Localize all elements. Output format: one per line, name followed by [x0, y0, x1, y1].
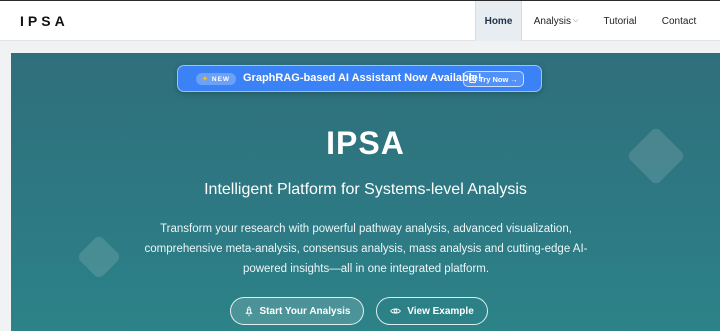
- new-badge-label: NEW: [211, 75, 231, 83]
- nav-home[interactable]: Home: [475, 1, 522, 41]
- view-example-button[interactable]: View Example: [376, 297, 488, 325]
- view-example-label: View Example: [407, 305, 474, 317]
- nav-home-label: Home: [484, 15, 513, 27]
- rocket-icon: [244, 305, 253, 316]
- chevron-down-icon: ⌵: [572, 17, 579, 24]
- document-icon: [469, 75, 477, 83]
- nav-contact-label: Contact: [661, 15, 697, 27]
- new-badge: ✦ NEW: [196, 73, 237, 85]
- nav-tutorial[interactable]: Tutorial: [598, 1, 642, 41]
- start-analysis-button[interactable]: Start Your Analysis: [230, 297, 364, 325]
- hero-title: IPSA: [326, 125, 405, 161]
- start-analysis-label: Start Your Analysis: [259, 305, 351, 317]
- hero-description: Transform your research with powerful pa…: [144, 223, 588, 275]
- hero-subtitle: Intelligent Platform for Systems-level A…: [204, 181, 527, 198]
- try-now-button[interactable]: Try Now →: [463, 71, 524, 87]
- announcement-text: GraphRAG-based AI Assistant Now Availabl…: [243, 72, 482, 84]
- sparkle-icon: ✦: [202, 76, 209, 83]
- nav-tutorial-label: Tutorial: [603, 15, 637, 27]
- decorative-diamond: [76, 234, 122, 280]
- top-navbar: IPSA Home Analysis ⌵ Tutorial Contact: [0, 0, 720, 41]
- nav-analysis-label: Analysis: [533, 15, 571, 27]
- eye-icon: [390, 308, 402, 314]
- try-now-label: Try Now →: [479, 74, 518, 84]
- hero-section: ✦ NEW GraphRAG-based AI Assistant Now Av…: [11, 53, 720, 331]
- nav-analysis[interactable]: Analysis ⌵: [530, 1, 582, 41]
- brand-logo[interactable]: IPSA: [20, 13, 69, 29]
- announcement-banner[interactable]: ✦ NEW GraphRAG-based AI Assistant Now Av…: [177, 65, 542, 92]
- nav-contact[interactable]: Contact: [657, 1, 701, 41]
